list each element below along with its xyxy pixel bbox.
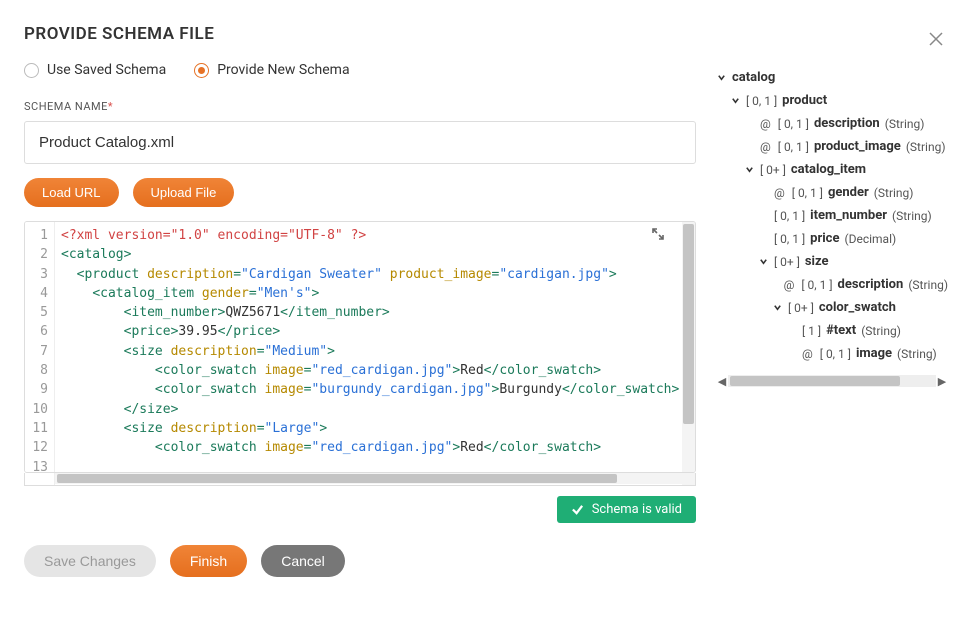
schema-tree: catalog [ 0, 1 ] product @ [ 0, 1 ] descripti…: [716, 66, 948, 365]
load-url-button[interactable]: Load URL: [24, 178, 119, 207]
editor-horizontal-scrollbar[interactable]: [55, 473, 682, 484]
cardinality: [ 0, 1 ]: [801, 279, 832, 291]
tree-node-hash-text[interactable]: [ 1 ] #text (String): [716, 319, 948, 342]
chevron-down-icon: [772, 303, 783, 312]
schema-name-input[interactable]: [24, 121, 696, 164]
cardinality: [ 0, 1 ]: [778, 118, 809, 130]
node-type: (String): [908, 279, 948, 291]
node-type: (String): [874, 187, 914, 199]
tree-node-product_image[interactable]: @ [ 0, 1 ] product_image (String): [716, 135, 948, 158]
scrollbar-thumb[interactable]: [730, 376, 900, 386]
tree-node-description[interactable]: @ [ 0, 1 ] description (String): [716, 112, 948, 135]
cardinality: [ 0, 1 ]: [778, 141, 809, 153]
cardinality: [ 0+ ]: [788, 302, 814, 314]
radio-provide-new-schema[interactable]: Provide New Schema: [194, 62, 349, 78]
node-type: (String): [897, 348, 937, 360]
cancel-button[interactable]: Cancel: [261, 545, 345, 577]
tree-horizontal-scrollbar[interactable]: ◀ ▶: [716, 375, 948, 387]
attribute-marker: @: [760, 141, 771, 153]
scrollbar-thumb[interactable]: [57, 474, 617, 483]
tree-node-gender[interactable]: @ [ 0, 1 ] gender (String): [716, 181, 948, 204]
dialog-title: PROVIDE SCHEMA FILE: [24, 24, 214, 44]
node-name: description: [838, 278, 904, 291]
cardinality: [ 0, 1 ]: [774, 210, 805, 222]
scrollbar-thumb[interactable]: [683, 224, 694, 424]
save-changes-button: Save Changes: [24, 545, 156, 577]
schema-source-radio-group: Use Saved Schema Provide New Schema: [24, 62, 696, 78]
schema-name-label: SCHEMA NAME*: [24, 100, 696, 113]
node-name: catalog_item: [791, 163, 866, 176]
tree-node-description[interactable]: @ [ 0, 1 ] description (String): [716, 273, 948, 296]
cardinality: [ 1 ]: [802, 325, 821, 337]
scroll-left-arrow[interactable]: ◀: [716, 375, 728, 388]
node-name: description: [814, 117, 880, 130]
cardinality: [ 0, 1 ]: [792, 187, 823, 199]
cardinality: [ 0, 1 ]: [746, 95, 777, 107]
tree-node-item_number[interactable]: [ 0, 1 ] item_number (String): [716, 204, 948, 227]
node-name: size: [805, 255, 829, 268]
node-type: (Decimal): [844, 233, 896, 245]
scroll-right-arrow[interactable]: ▶: [936, 375, 948, 388]
node-name: product: [782, 94, 827, 107]
chevron-down-icon: [744, 165, 755, 174]
chevron-down-icon: [716, 73, 727, 82]
tree-node-catalog_item[interactable]: [ 0+ ] catalog_item: [716, 158, 948, 181]
chevron-down-icon: [730, 96, 741, 105]
radio-label: Provide New Schema: [217, 62, 349, 78]
cardinality: [ 0+ ]: [774, 256, 800, 268]
tree-node-product[interactable]: [ 0, 1 ] product: [716, 89, 948, 112]
node-name: item_number: [810, 209, 887, 222]
node-name: color_swatch: [819, 301, 896, 314]
cardinality: [ 0, 1 ]: [774, 233, 805, 245]
attribute-marker: @: [802, 348, 813, 360]
attribute-marker: @: [774, 187, 785, 199]
node-type: (String): [906, 141, 946, 153]
editor-vertical-scrollbar[interactable]: [682, 222, 695, 472]
radio-label: Use Saved Schema: [47, 62, 166, 78]
tree-node-image[interactable]: @ [ 0, 1 ] image (String): [716, 342, 948, 365]
node-name: #text: [826, 324, 856, 337]
node-type: (String): [885, 118, 925, 130]
attribute-marker: @: [784, 279, 795, 291]
tree-node-color_swatch[interactable]: [ 0+ ] color_swatch: [716, 296, 948, 319]
tree-node-size[interactable]: [ 0+ ] size: [716, 250, 948, 273]
code-content[interactable]: <?xml version="1.0" encoding="UTF-8" ?><…: [55, 222, 682, 472]
schema-valid-badge: Schema is valid: [557, 496, 696, 523]
node-type: (String): [892, 210, 932, 222]
radio-circle-icon: [24, 63, 39, 78]
xml-editor[interactable]: 12345678910111213 <?xml version="1.0" en…: [24, 221, 696, 473]
close-icon[interactable]: [928, 30, 944, 50]
cardinality: [ 0, 1 ]: [820, 348, 851, 360]
attribute-marker: @: [760, 118, 771, 130]
node-name: gender: [828, 186, 869, 199]
tree-node-catalog[interactable]: catalog: [716, 66, 948, 89]
node-name: price: [810, 232, 839, 245]
chevron-down-icon: [758, 257, 769, 266]
node-name: image: [856, 347, 892, 360]
check-icon: [571, 503, 584, 516]
node-name: catalog: [732, 71, 775, 84]
cardinality: [ 0+ ]: [760, 164, 786, 176]
node-name: product_image: [814, 140, 901, 153]
radio-circle-checked-icon: [194, 63, 209, 78]
radio-use-saved-schema[interactable]: Use Saved Schema: [24, 62, 166, 78]
node-type: (String): [861, 325, 901, 337]
expand-icon[interactable]: [652, 228, 664, 244]
finish-button[interactable]: Finish: [170, 545, 247, 577]
tree-node-price[interactable]: [ 0, 1 ] price (Decimal): [716, 227, 948, 250]
upload-file-button[interactable]: Upload File: [133, 178, 235, 207]
editor-gutter: 12345678910111213: [25, 222, 55, 472]
